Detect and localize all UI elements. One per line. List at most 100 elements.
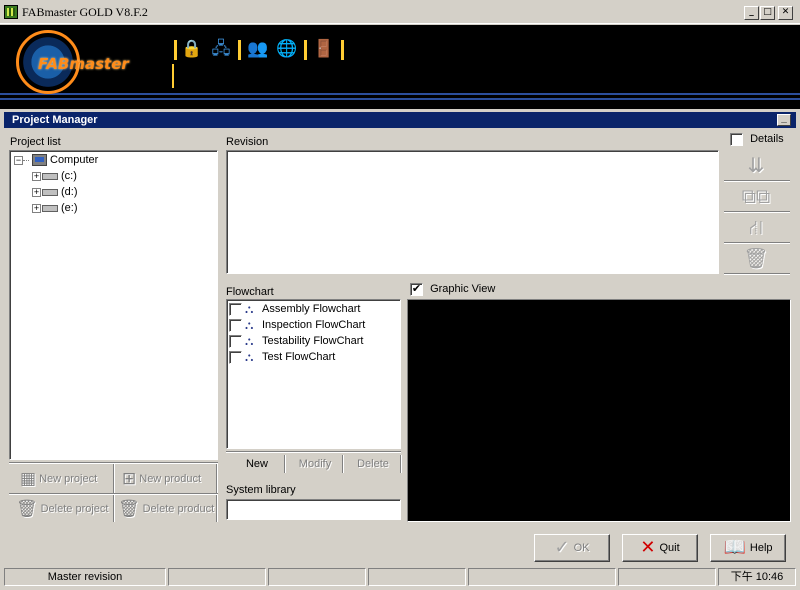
details-label: Details xyxy=(750,133,784,146)
panel-title: Project Manager xyxy=(4,112,796,128)
status-clock: 下午 10:46 xyxy=(718,568,796,586)
divider xyxy=(400,455,402,473)
delete-product-button[interactable]: 🗑 Delete product xyxy=(118,495,214,523)
lock-icon[interactable]: 🔒 xyxy=(181,38,203,60)
graphic-view-checkbox[interactable]: ✔ Graphic View xyxy=(410,283,495,296)
tree-node-label: (d:) xyxy=(61,186,78,198)
drive-icon xyxy=(42,204,58,212)
button-label: New product xyxy=(139,473,202,485)
details-checkbox[interactable]: Details xyxy=(730,133,784,146)
minimize-icon: _ xyxy=(781,113,787,124)
collapse-icon[interactable]: − xyxy=(14,155,23,165)
flowchart-delete-button[interactable]: Delete xyxy=(346,455,400,473)
flowchart-modify-button[interactable]: Modify xyxy=(288,455,342,473)
flowchart-icon: ⛬ xyxy=(245,301,254,316)
main-window: FABmaster GOLD V8.F.2 _ □ ✕ FABmaster 🔒 … xyxy=(0,0,800,590)
exit-door-icon[interactable]: 🚪 xyxy=(313,38,335,60)
divider xyxy=(724,273,790,275)
project-list-label: Project list xyxy=(10,136,61,148)
tree-node-drive-d[interactable]: + (d:) xyxy=(32,184,78,200)
tree-node-label: (e:) xyxy=(61,202,78,214)
checkmark-icon: ✓ xyxy=(554,537,570,559)
trash-icon: 🗑 xyxy=(118,499,140,520)
flowchart-item[interactable]: ⛬ Test FlowChart xyxy=(229,349,335,365)
checkbox-box[interactable]: ✔ xyxy=(410,283,423,296)
help-button[interactable]: 📖 Help xyxy=(710,534,786,562)
toolbar-divider xyxy=(238,40,241,60)
close-icon: ✕ xyxy=(781,7,790,17)
panel-minimize-button[interactable]: _ xyxy=(777,114,791,126)
tree-node-label: (c:) xyxy=(61,170,77,182)
flowchart-new-button[interactable]: New xyxy=(230,455,284,473)
ok-button[interactable]: ✓ OK xyxy=(534,534,610,562)
checkbox-box[interactable] xyxy=(229,318,242,332)
project-tree[interactable]: − Computer + (c:) + (d:) + (e:) xyxy=(9,150,218,460)
revision-delete-icon[interactable]: 🗑 xyxy=(726,243,786,273)
help-book-icon: 📖 xyxy=(723,537,746,559)
new-product-button[interactable]: ⊞ New product xyxy=(122,465,201,493)
expand-icon[interactable]: + xyxy=(32,171,41,181)
system-library-field[interactable] xyxy=(226,499,401,520)
flowchart-icon: ⛬ xyxy=(245,317,254,332)
flowchart-item[interactable]: ⛬ Assembly Flowchart xyxy=(229,301,360,317)
tree-node-computer[interactable]: − Computer xyxy=(14,152,98,168)
delete-project-button[interactable]: 🗑 Delete project xyxy=(16,495,108,523)
graphic-view-canvas[interactable] xyxy=(407,299,791,522)
flowchart-item-label: Test FlowChart xyxy=(262,351,336,363)
drive-icon xyxy=(42,172,58,180)
system-library-label: System library xyxy=(226,484,296,496)
flowchart-item[interactable]: ⛬ Testability FlowChart xyxy=(229,333,363,349)
tree-node-drive-c[interactable]: + (c:) xyxy=(32,168,77,184)
button-label: Delete product xyxy=(142,503,215,515)
checkbox-box[interactable] xyxy=(229,350,242,364)
tree-node-label: Computer xyxy=(50,154,99,166)
status-pane xyxy=(168,568,266,586)
globe-icon[interactable]: 🌐 xyxy=(276,38,298,60)
tree-node-drive-e[interactable]: + (e:) xyxy=(32,200,78,216)
button-label: OK xyxy=(573,542,590,554)
flowchart-icon: ⛬ xyxy=(245,333,254,348)
status-pane xyxy=(268,568,366,586)
computer-icon xyxy=(32,154,47,167)
divider xyxy=(342,455,344,473)
new-project-button[interactable]: ▦ New project xyxy=(20,465,97,493)
button-label: Delete project xyxy=(40,503,109,515)
button-label: Help xyxy=(749,542,773,554)
flowchart-label: Flowchart xyxy=(226,286,274,298)
expand-icon[interactable]: + xyxy=(32,203,41,213)
flowchart-icon: ⛬ xyxy=(245,349,254,364)
close-button[interactable]: ✕ xyxy=(778,6,793,20)
revision-list[interactable] xyxy=(226,150,719,274)
flowchart-list[interactable]: ⛬ Assembly Flowchart ⛬ Inspection FlowChar… xyxy=(226,299,401,449)
expand-icon[interactable]: + xyxy=(32,187,41,197)
new-project-icon: ▦ xyxy=(20,469,37,490)
banner-stripe xyxy=(0,93,800,95)
minimize-button[interactable]: _ xyxy=(744,6,759,20)
divider xyxy=(284,455,286,473)
users-icon[interactable]: 👥 xyxy=(247,38,269,60)
graphic-view-label: Graphic View xyxy=(430,283,496,296)
network-user-icon[interactable]: 🖧 xyxy=(210,38,232,60)
toolbar-divider xyxy=(174,40,177,60)
divider xyxy=(226,451,401,453)
revision-network-icon[interactable]: ⛙ xyxy=(726,212,786,242)
flowchart-item[interactable]: ⛬ Inspection FlowChart xyxy=(229,317,365,333)
button-label: New project xyxy=(39,473,98,485)
checkbox-box[interactable] xyxy=(730,133,743,146)
window-title: FABmaster GOLD V8.F.2 xyxy=(22,5,148,19)
checkbox-box[interactable] xyxy=(229,334,242,348)
new-product-icon: ⊞ xyxy=(122,469,137,490)
quit-button[interactable]: ✕ Quit xyxy=(622,534,698,562)
status-pane xyxy=(618,568,716,586)
maximize-button[interactable]: □ xyxy=(760,6,775,20)
logo-text: FABmaster xyxy=(38,55,129,73)
title-bar[interactable]: FABmaster GOLD V8.F.2 _ □ ✕ xyxy=(0,0,800,24)
checkbox-box[interactable] xyxy=(229,302,242,316)
revision-compare-icon[interactable]: ⧉⧉ xyxy=(726,181,786,211)
revision-label: Revision xyxy=(226,136,269,148)
maximize-icon: □ xyxy=(763,7,772,17)
app-icon[interactable] xyxy=(4,5,18,19)
toolbar-divider xyxy=(341,40,344,60)
trash-icon: 🗑 xyxy=(16,499,38,520)
revision-add-icon[interactable]: ⇊ xyxy=(726,150,786,180)
